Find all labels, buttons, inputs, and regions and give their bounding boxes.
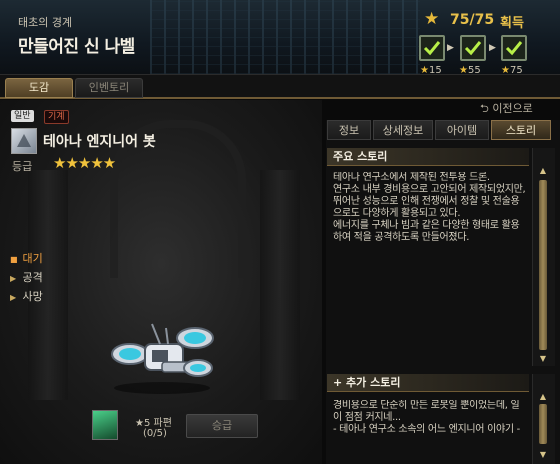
grade-label: 등급 xyxy=(12,160,33,173)
tab-items[interactable]: 아이템 xyxy=(435,120,489,140)
scroll-up-icon[interactable]: ▲ xyxy=(538,166,548,176)
main-story-text: 테아나 연구소에서 제작된 전투용 드론. 연구소 내부 경비용으로 고안되어 … xyxy=(333,172,526,243)
item-portrait-icon xyxy=(11,128,37,154)
fragment-label: ★5 파편 xyxy=(135,418,172,429)
scroll-down-icon[interactable]: ▼ xyxy=(538,354,548,364)
tab-inventory[interactable]: 인벤토리 xyxy=(75,78,143,98)
scroll-thumb[interactable] xyxy=(539,180,547,350)
square-bullet-icon: ■ xyxy=(10,255,18,264)
type-badge: 기계 xyxy=(44,110,69,124)
back-arrow-icon: ⮌ xyxy=(480,102,493,115)
zone-label: 태초의 경계 xyxy=(18,16,73,29)
action-attack[interactable]: ▶ 공격 xyxy=(10,269,43,285)
achievement-check-icon[interactable] xyxy=(501,35,527,61)
achievement-check-icon[interactable] xyxy=(419,35,445,61)
action-idle[interactable]: ■ 대기 xyxy=(10,250,43,266)
tab-story[interactable]: 스토리 xyxy=(491,120,551,140)
model-viewer xyxy=(0,100,322,464)
play-icon: ▶ xyxy=(10,274,17,283)
grade-stars: ★★★★★ xyxy=(53,154,116,172)
item-name: 테아나 엔지니어 봇 xyxy=(43,134,156,150)
tab-detail[interactable]: 상세정보 xyxy=(373,120,433,140)
scroll-down-icon[interactable]: ▼ xyxy=(538,450,548,460)
scroll-up-icon[interactable]: ▲ xyxy=(538,392,548,402)
star-icon: ★ xyxy=(424,9,440,29)
collection-progress: 75/75 xyxy=(450,12,495,28)
action-death[interactable]: ▶ 사망 xyxy=(10,288,43,304)
play-icon: ▶ xyxy=(10,293,17,302)
upgrade-button[interactable]: 승급 xyxy=(186,414,258,438)
extra-story-heading[interactable]: + 추가 스토리 xyxy=(327,374,529,392)
rarity-badge: 일반 xyxy=(11,110,34,122)
engineer-bot-model xyxy=(111,323,214,394)
arrow-right-icon: ▶ xyxy=(447,43,454,53)
acquire-label: 획득 xyxy=(500,16,524,31)
tab-info[interactable]: 정보 xyxy=(327,120,371,140)
back-button[interactable]: ⮌ 이전으로 xyxy=(480,100,533,119)
arrow-right-icon: ▶ xyxy=(489,43,496,53)
extra-story-text: 경비용으로 단순히 만든 로봇일 뿐이었는데, 일이 점점 커지네... - 테… xyxy=(333,400,520,435)
page-title: 만들어진 신 나벨 xyxy=(18,37,135,57)
main-story-heading: 주요 스토리 xyxy=(327,148,529,166)
fragment-count: (0/5) xyxy=(143,428,167,439)
scroll-thumb[interactable] xyxy=(539,404,547,444)
achievement-check-icon[interactable] xyxy=(460,35,486,61)
fragment-icon xyxy=(92,410,118,440)
tab-dogam[interactable]: 도감 xyxy=(5,78,73,98)
